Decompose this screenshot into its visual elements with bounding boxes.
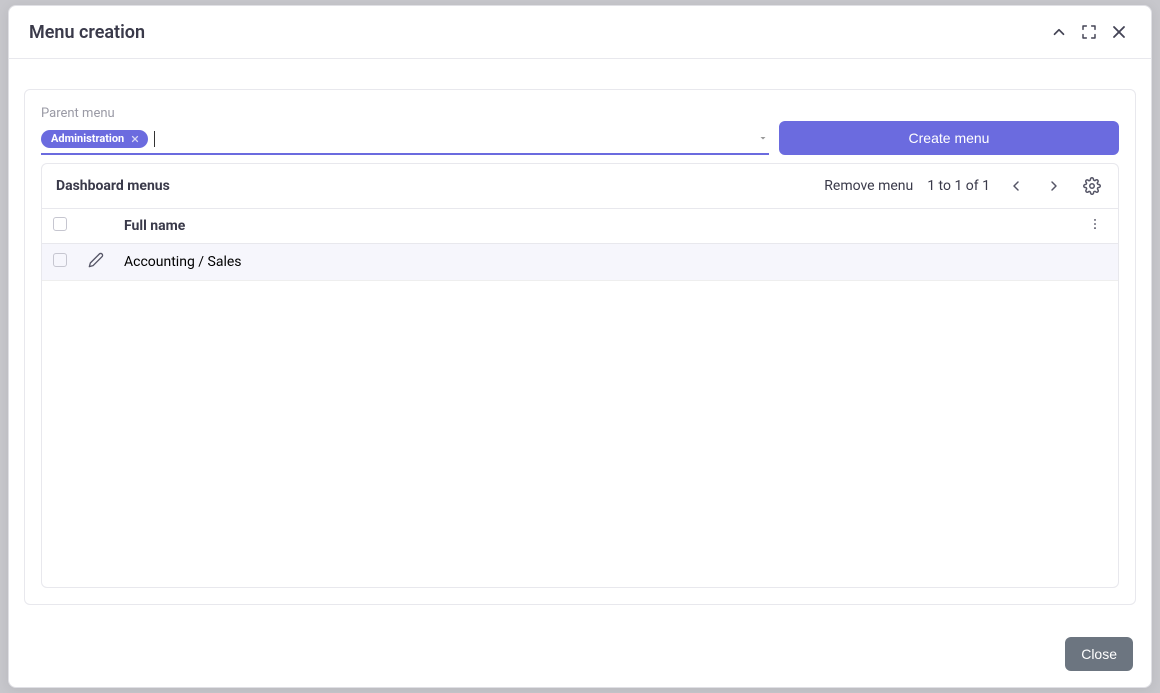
full-name-column-header[interactable]: Full name [114, 209, 1078, 244]
menu-creation-modal: Menu creation Parent menu [8, 5, 1152, 688]
pager-prev-button[interactable] [1004, 174, 1028, 198]
gear-icon [1083, 177, 1101, 195]
dashboard-panel-title: Dashboard menus [56, 178, 810, 194]
dashboard-menus-table: Full name [42, 209, 1118, 281]
tag-label: Administration [51, 132, 124, 145]
select-all-cell [42, 209, 78, 244]
caret-down-icon [757, 132, 769, 144]
chevron-left-icon [1008, 178, 1024, 194]
edit-row-button[interactable] [88, 252, 104, 268]
row-full-name: Accounting / Sales [114, 244, 1078, 281]
pencil-icon [88, 252, 104, 268]
chevron-up-icon [1050, 23, 1068, 41]
close-button-label: Close [1081, 646, 1117, 662]
table-wrap: Full name [42, 209, 1118, 587]
remove-tag-button[interactable] [128, 132, 142, 146]
expand-icon [1081, 24, 1097, 40]
more-column-header [1078, 209, 1118, 244]
remove-menu-action[interactable]: Remove menu [824, 178, 913, 194]
create-menu-button[interactable]: Create menu [779, 121, 1119, 155]
column-options-button[interactable] [1088, 217, 1108, 231]
collapse-button[interactable] [1047, 20, 1071, 44]
modal-header: Menu creation [9, 6, 1151, 59]
row-more-cell [1078, 244, 1118, 281]
dashboard-menus-panel: Dashboard menus Remove menu 1 to 1 of 1 [41, 163, 1119, 588]
table-row[interactable]: Accounting / Sales [42, 244, 1118, 281]
edit-column-header [78, 209, 114, 244]
parent-menu-field: Parent menu Administration [41, 106, 769, 155]
table-header-row: Full name [42, 209, 1118, 244]
modal-title: Menu creation [29, 22, 145, 43]
text-cursor [154, 131, 155, 147]
form-row: Parent menu Administration [41, 106, 1119, 155]
close-button[interactable]: Close [1065, 637, 1133, 671]
pager-text: 1 to 1 of 1 [927, 178, 990, 194]
settings-button[interactable] [1080, 174, 1104, 198]
pager-next-button[interactable] [1042, 174, 1066, 198]
row-edit-cell [78, 244, 114, 281]
parent-menu-label: Parent menu [41, 106, 769, 121]
parent-menu-input[interactable]: Administration [41, 125, 769, 155]
close-modal-button[interactable] [1107, 20, 1131, 44]
row-select-cell [42, 244, 78, 281]
modal-header-actions [1047, 20, 1131, 44]
dashboard-panel-header: Dashboard menus Remove menu 1 to 1 of 1 [42, 164, 1118, 209]
more-vertical-icon [1088, 217, 1102, 231]
close-icon [1109, 22, 1129, 42]
modal-footer: Close [9, 625, 1151, 687]
row-checkbox[interactable] [53, 253, 67, 267]
create-menu-label: Create menu [909, 130, 990, 146]
select-all-checkbox[interactable] [53, 217, 67, 231]
expand-button[interactable] [1077, 20, 1101, 44]
dropdown-toggle[interactable] [757, 129, 769, 148]
content-panel: Parent menu Administration [24, 89, 1136, 605]
chevron-right-icon [1046, 178, 1062, 194]
modal-body: Parent menu Administration [9, 59, 1151, 625]
parent-menu-tag: Administration [41, 130, 148, 148]
close-icon [130, 134, 140, 144]
